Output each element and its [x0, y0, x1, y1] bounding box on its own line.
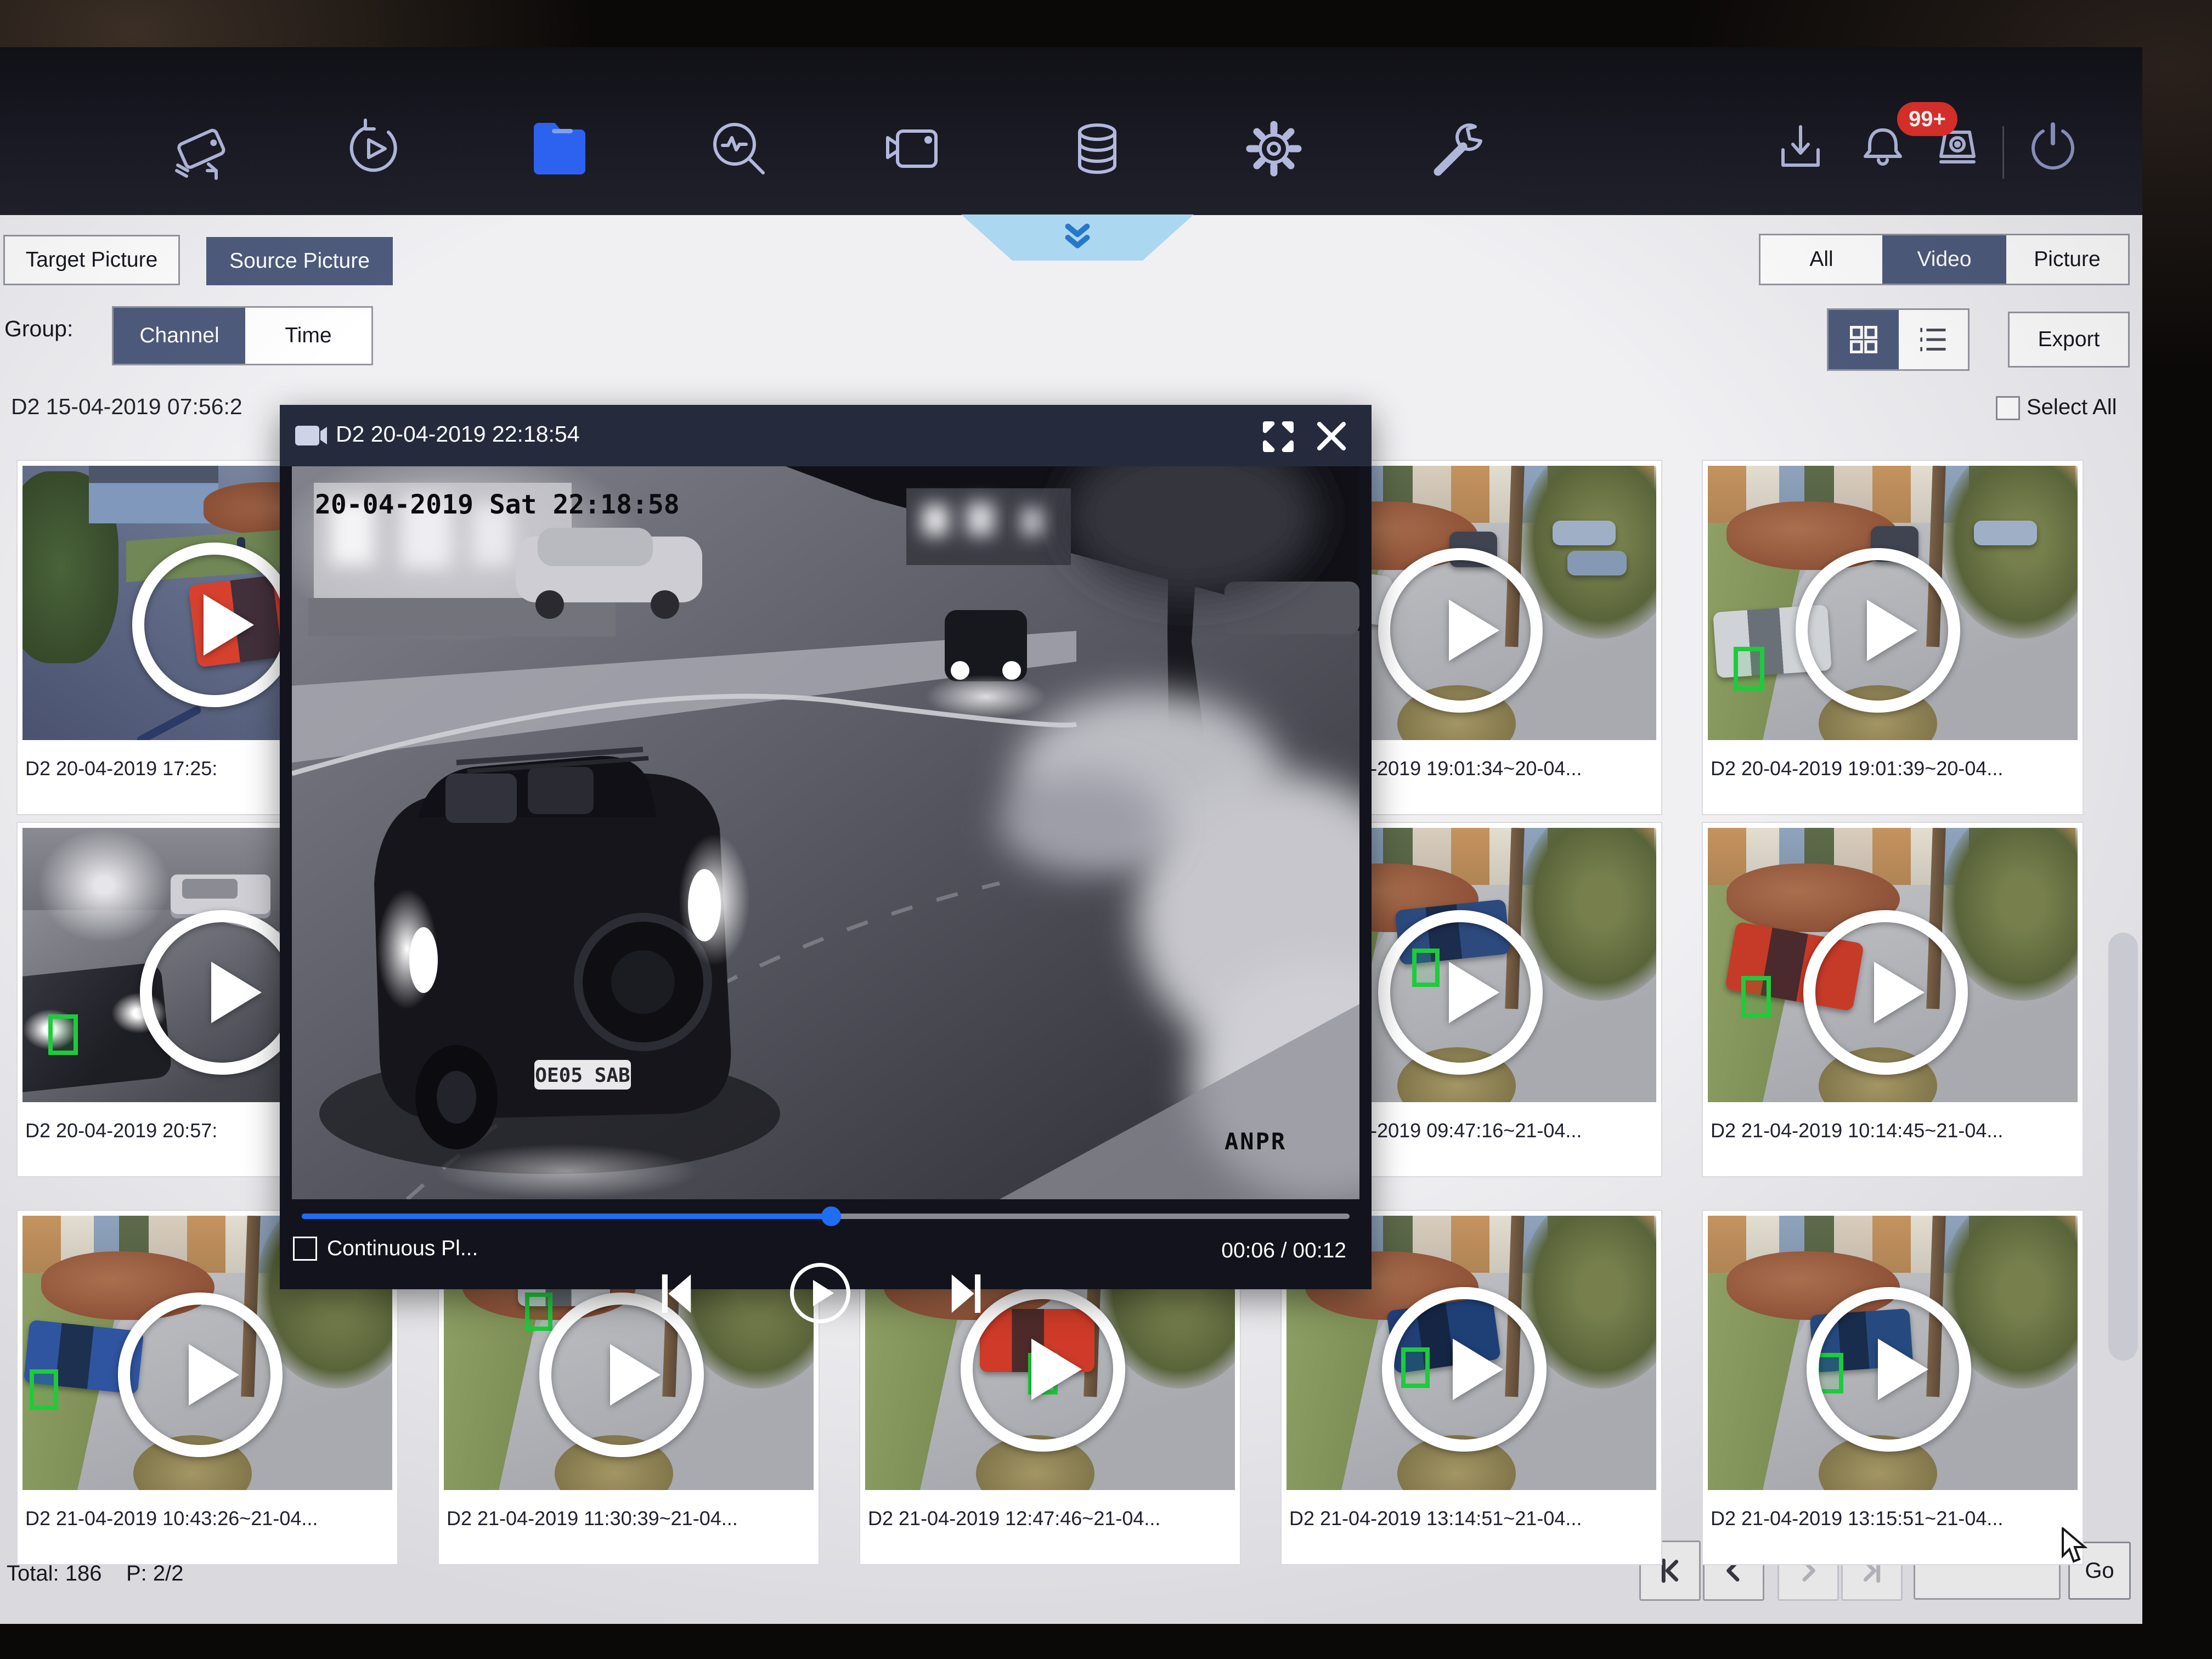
playback-icon[interactable]	[340, 116, 406, 182]
play-button-overlay[interactable]	[1378, 910, 1543, 1075]
thumbnail-label: D2 21-04-2019 10:43:26~21-04...	[25, 1507, 387, 1530]
storage-icon[interactable]	[1064, 116, 1130, 182]
playback-modal: D2 20-04-2019 22:18:54	[280, 405, 1372, 1289]
video-frame[interactable]: OE05 SAB 20-04-2019 Sat 22:18:58 ANPR	[292, 466, 1359, 1199]
camera-glyph-icon	[295, 424, 327, 448]
play-button-overlay[interactable]	[1803, 910, 1968, 1075]
filter-all[interactable]: All	[1760, 235, 1882, 284]
settings-gear-icon[interactable]	[1241, 116, 1307, 182]
toolbar-divider	[2002, 126, 2004, 179]
fullscreen-icon[interactable]	[1261, 419, 1296, 454]
play-button-overlay[interactable]	[1807, 1287, 1971, 1452]
playback-time: 00:06 / 00:12	[1221, 1239, 1346, 1263]
anpr-detection-box	[1734, 647, 1764, 691]
ir-night-scene: OE05 SAB 20-04-2019 Sat 22:18:58 ANPR	[292, 466, 1359, 1199]
cctv-camera-icon[interactable]	[170, 116, 236, 182]
file-management-icon-active[interactable]	[527, 116, 592, 182]
previous-file-button[interactable]	[657, 1271, 696, 1317]
maintenance-wrench-icon[interactable]	[1424, 116, 1489, 182]
thumbnail-image	[1708, 828, 2078, 1102]
modal-title: D2 20-04-2019 22:18:54	[336, 421, 580, 447]
select-all-checkbox[interactable]	[1996, 396, 2020, 420]
thumbnail-label: D2 21-04-2019 11:30:39~21-04...	[447, 1507, 809, 1530]
thumbnail-label: D2 21-04-2019 12:47:46~21-04...	[868, 1507, 1230, 1530]
thumbnail-image	[1708, 466, 2078, 740]
modal-title-bar: D2 20-04-2019 22:18:54	[280, 405, 1372, 466]
play-pause-button[interactable]	[790, 1263, 850, 1323]
thumbnail-image	[1708, 1216, 2078, 1490]
seek-bar-thumb[interactable]	[821, 1206, 841, 1226]
play-button-overlay[interactable]	[1378, 548, 1543, 713]
export-button[interactable]: Export	[2008, 312, 2130, 368]
continuous-play-checkbox[interactable]	[293, 1237, 317, 1261]
filter-picture[interactable]: Picture	[2006, 235, 2128, 284]
thumbnail-label: D2 21-04-2019 10:14:45~21-04...	[1711, 1119, 2073, 1142]
close-icon[interactable]	[1313, 418, 1350, 454]
tab-source-picture-label: Source Picture	[229, 249, 370, 273]
license-plate: OE05 SAB	[535, 1064, 630, 1087]
mouse-cursor	[2058, 1527, 2089, 1567]
export-button-label: Export	[2038, 328, 2100, 352]
continuous-play-label: Continuous Pl...	[327, 1237, 478, 1261]
power-icon[interactable]	[2020, 116, 2086, 182]
filter-video[interactable]: Video	[1882, 235, 2006, 284]
play-button-overlay[interactable]	[132, 543, 297, 707]
grid-view-icon[interactable]	[1829, 310, 1899, 369]
result-card[interactable]: D2 20-04-2019 19:01:39~20-04...	[1702, 460, 2084, 815]
tab-source-picture[interactable]: Source Picture	[206, 237, 393, 285]
group-by-segmented-control: Channel Time	[112, 306, 373, 365]
anpr-detection-box	[48, 1014, 78, 1055]
group-label: Group:	[4, 316, 73, 342]
thumbnail-label: D2 21-04-2019 13:14:51~21-04...	[1289, 1507, 1651, 1530]
tab-target-picture[interactable]: Target Picture	[3, 235, 180, 285]
notification-badge: 99+	[1897, 102, 1957, 136]
video-manage-icon[interactable]	[883, 116, 949, 182]
result-card[interactable]: D2 21-04-2019 13:15:51~21-04...	[1702, 1210, 2084, 1565]
download-icon[interactable]	[1768, 116, 1833, 182]
anpr-watermark: ANPR	[1224, 1128, 1286, 1155]
collapse-panel-handle[interactable]	[961, 215, 1194, 261]
anpr-detection-box	[525, 1293, 552, 1331]
play-button-overlay[interactable]	[1382, 1287, 1547, 1452]
tab-target-picture-label: Target Picture	[26, 248, 158, 272]
group-header: D2 15-04-2019 07:56:2	[11, 394, 242, 420]
go-button-label: Go	[2085, 1559, 2114, 1583]
group-by-channel[interactable]: Channel	[114, 308, 245, 364]
media-type-segmented-control: All Video Picture	[1759, 234, 2130, 285]
seek-bar[interactable]	[302, 1214, 1350, 1219]
play-button-overlay[interactable]	[539, 1293, 704, 1457]
video-osd-timestamp: 20-04-2019 Sat 22:18:58	[315, 489, 680, 520]
thumbnail-label: D2 20-04-2019 19:01:39~20-04...	[1711, 757, 2073, 780]
result-card[interactable]: D2 21-04-2019 10:14:45~21-04...	[1702, 822, 2084, 1177]
play-button-overlay[interactable]	[1796, 548, 1960, 713]
double-chevron-down-icon	[1060, 222, 1095, 253]
play-button-overlay[interactable]	[118, 1293, 283, 1457]
list-view-icon[interactable]	[1899, 310, 1968, 369]
vertical-scrollbar[interactable]	[2108, 933, 2138, 1361]
thumbnail-label: D2 21-04-2019 13:15:51~21-04...	[1711, 1507, 2073, 1530]
next-file-button[interactable]	[947, 1271, 985, 1317]
nvr-screen: 99+ Target Picture Source Picture All Vi…	[0, 47, 2142, 1624]
smart-search-icon[interactable]	[705, 116, 771, 182]
anpr-detection-box	[1741, 976, 1771, 1018]
main-toolbar: 99+	[0, 47, 2142, 215]
group-by-time[interactable]: Time	[245, 308, 371, 364]
anpr-detection-box	[30, 1369, 58, 1410]
seek-bar-fill	[302, 1214, 831, 1219]
select-all-label: Select All	[2027, 395, 2117, 420]
view-mode-toggle	[1827, 308, 1970, 371]
